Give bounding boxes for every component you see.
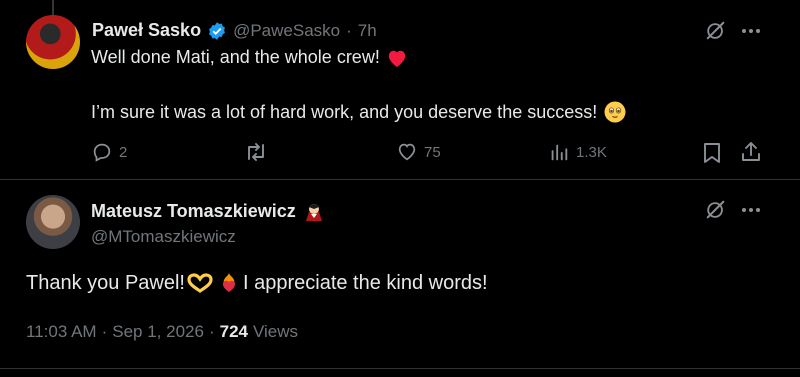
- divider: [0, 179, 800, 180]
- more-icon[interactable]: [740, 22, 762, 40]
- separator-dot: ·: [346, 20, 352, 40]
- like-count: 75: [424, 143, 441, 161]
- verified-badge-icon: [207, 21, 227, 41]
- meta-dot-1: ·: [101, 322, 108, 341]
- heart-emoji: [386, 48, 408, 68]
- post-meta: 11:03 AM · Sep 1, 2026 · 724 Views: [26, 322, 298, 342]
- reply-line-1: Well done Mati, and the whole crew!: [91, 47, 408, 68]
- reply-header: Paweł Sasko @PaweSasko · 7h: [92, 20, 377, 41]
- bookmark-icon[interactable]: [701, 141, 723, 165]
- more-icon[interactable]: [740, 201, 762, 219]
- author-handle[interactable]: @PaweSasko: [233, 21, 340, 41]
- views-count: 724: [219, 322, 248, 341]
- heart-hands-emoji: [187, 272, 213, 294]
- post-time[interactable]: 11:03 AM: [26, 322, 97, 342]
- post-date[interactable]: Sep 1, 2026: [112, 322, 204, 342]
- meta-dot-2: ·: [208, 322, 215, 341]
- vampire-emoji: [304, 200, 324, 222]
- author-name[interactable]: Mateusz Tomaszkiewicz: [91, 201, 296, 222]
- divider: [0, 368, 800, 369]
- retweet-button[interactable]: [244, 141, 268, 163]
- reply-line-2: I’m sure it was a lot of hard work, and …: [91, 100, 627, 124]
- face-holding-tears-emoji: [603, 100, 627, 124]
- post-text-part-2: I appreciate the kind words!: [242, 271, 488, 294]
- avatar[interactable]: [26, 15, 80, 69]
- like-button[interactable]: 75: [396, 141, 441, 163]
- timestamp[interactable]: 7h: [358, 21, 377, 41]
- author-name[interactable]: Paweł Sasko: [92, 20, 201, 41]
- reply-text-line-2: I’m sure it was a lot of hard work, and …: [91, 101, 598, 122]
- like-icon: [396, 141, 418, 163]
- author-handle[interactable]: @MTomaszkiewicz: [91, 227, 236, 247]
- analytics-icon: [548, 141, 570, 163]
- reply-icon: [91, 141, 113, 163]
- views-label: Views: [253, 322, 299, 341]
- post-text-part-1: Thank you Pawel!: [26, 271, 185, 294]
- share-icon[interactable]: [739, 140, 763, 164]
- reply-button[interactable]: 2: [91, 141, 127, 163]
- reply-text-line-1: Well done Mati, and the whole crew!: [91, 47, 380, 67]
- grok-icon[interactable]: [705, 199, 727, 221]
- views-button[interactable]: 1.3K: [548, 141, 607, 163]
- post-text: Thank you Pawel! I appreciate the kind w…: [26, 271, 488, 295]
- grok-icon[interactable]: [705, 20, 727, 42]
- heart-on-fire-emoji: [217, 271, 241, 295]
- reply-count: 2: [119, 143, 128, 161]
- avatar[interactable]: [26, 195, 80, 249]
- post-author-row: Mateusz Tomaszkiewicz: [91, 200, 324, 222]
- retweet-icon: [244, 141, 268, 163]
- views-count: 1.3K: [576, 143, 607, 161]
